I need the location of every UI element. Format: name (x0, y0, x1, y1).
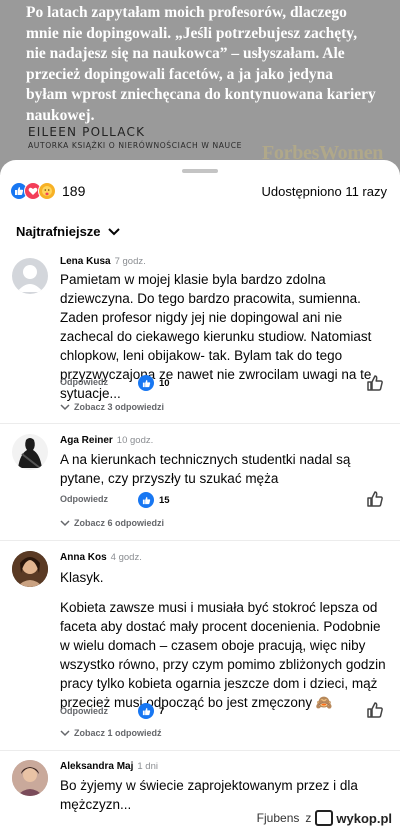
comment-time: 4 godz. (110, 552, 142, 563)
quote-text: Po latach zapytałam moich profesorów, dl… (26, 4, 376, 124)
comment-likes: 10 (138, 375, 170, 391)
watermark-from: z (305, 811, 312, 825)
comment-author[interactable]: Anna Kos 4 godz. (60, 552, 142, 563)
avatar[interactable] (12, 551, 48, 587)
reply-button[interactable]: Odpowiedz (60, 494, 108, 504)
comment-text: Pamietam w mojej klasie byla bardzo zdol… (60, 272, 372, 401)
comment-time: 1 dni (137, 761, 158, 772)
chevron-down-icon (60, 520, 70, 527)
care-icon (38, 182, 56, 200)
sort-dropdown[interactable]: Najtrafniejsze (16, 224, 121, 239)
shares-count[interactable]: Udostępniono 11 razy (261, 184, 387, 199)
comment-text: Kobieta zawsze musi i musiała być stokro… (60, 600, 386, 710)
comment-text: Klasyk. (60, 570, 104, 585)
like-icon (138, 492, 154, 508)
chevron-down-icon (107, 227, 120, 235)
comment-time: 7 godz. (114, 256, 146, 267)
divider (0, 540, 400, 541)
drag-handle[interactable] (182, 169, 218, 173)
avatar[interactable] (12, 434, 48, 470)
divider (0, 750, 400, 751)
wykop-icon (315, 810, 334, 826)
comment-author[interactable]: Aga Reiner 10 godz. (60, 435, 153, 446)
comment-text: A na kierunkach technicznych studentki n… (60, 452, 351, 486)
comment-text: Bo żyjemy w świecie zaprojektowanym prze… (60, 778, 358, 812)
chevron-down-icon (60, 730, 70, 737)
like-outline-icon[interactable] (366, 701, 384, 719)
shared-post-image: Po latach zapytałam moich profesorów, dl… (0, 0, 400, 175)
reply-button[interactable]: Odpowiedz (60, 377, 108, 387)
reactions-count: 189 (62, 183, 86, 199)
like-icon (138, 375, 154, 391)
comment-likes: 15 (138, 492, 170, 508)
reply-button[interactable]: Odpowiedz (60, 706, 108, 716)
avatar[interactable] (12, 258, 48, 294)
comment-time: 10 godz. (116, 435, 154, 446)
comment-likes: 7 (138, 703, 164, 719)
like-outline-icon[interactable] (366, 490, 384, 508)
view-replies-link[interactable]: Zobacz 1 odpowiedź (60, 728, 162, 738)
comment-author[interactable]: Aleksandra Maj 1 dni (60, 761, 158, 772)
reactions-summary[interactable]: 189 (10, 182, 85, 200)
view-replies-link[interactable]: Zobacz 6 odpowiedzi (60, 518, 164, 528)
quote-author-role: AUTORKA KSIĄŻKI O NIERÓWNOŚCIACH W NAUCE (28, 141, 243, 150)
watermark-user: Fjubens (256, 811, 300, 825)
view-replies-link[interactable]: Zobacz 3 odpowiedzi (60, 402, 164, 412)
chevron-down-icon (60, 404, 70, 411)
quote-author: EILEEN POLLACK (28, 125, 146, 139)
like-outline-icon[interactable] (366, 374, 384, 392)
sort-label: Najtrafniejsze (16, 224, 101, 239)
watermark: Fjubens z wykop.pl (257, 810, 392, 826)
wykop-logo: wykop.pl (315, 810, 392, 826)
comment-author[interactable]: Lena Kusa 7 godz. (60, 256, 146, 267)
avatar[interactable] (12, 760, 48, 796)
divider (0, 423, 400, 424)
like-icon (138, 703, 154, 719)
